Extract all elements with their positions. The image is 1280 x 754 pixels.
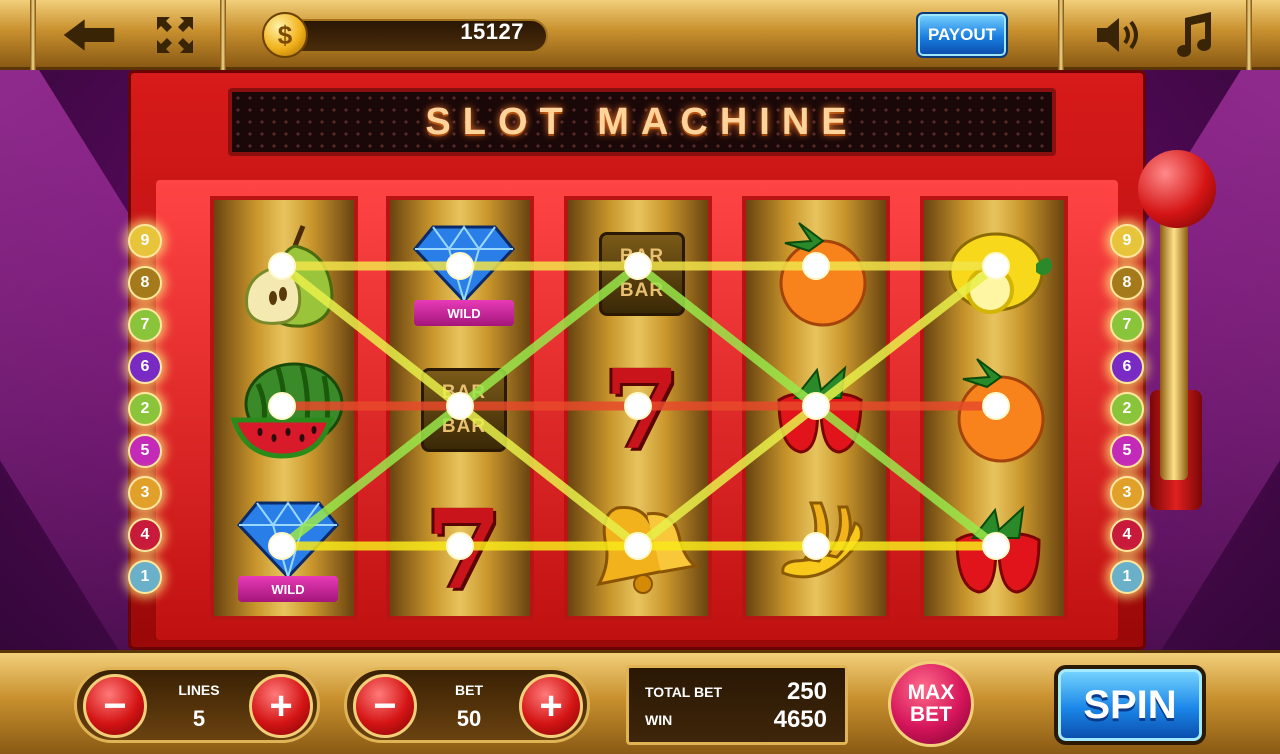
fullscreen-icon bbox=[157, 17, 193, 53]
payline-badge-8-right[interactable]: 8 bbox=[1110, 266, 1144, 300]
total-bet-value: 250 bbox=[786, 678, 827, 705]
wild-diamond-symbol: WILD bbox=[228, 490, 348, 610]
lines-value: 5 bbox=[192, 706, 206, 731]
payline-badge-2-right[interactable]: 2 bbox=[1110, 392, 1144, 426]
bell-icon bbox=[596, 505, 697, 594]
seven-icon: 7 bbox=[425, 485, 503, 614]
payline-badge-8-left[interactable]: 8 bbox=[128, 266, 162, 300]
max-bet-button[interactable]: MAX BET bbox=[888, 661, 974, 747]
banana-symbol bbox=[760, 490, 880, 610]
pear-icon bbox=[245, 225, 334, 328]
reel-5 bbox=[920, 196, 1068, 620]
lemon-symbol bbox=[938, 214, 1058, 334]
reel-1: WILD bbox=[210, 196, 358, 620]
payline-badge-1-left[interactable]: 1 bbox=[128, 560, 162, 594]
bar-icon: BAR BAR bbox=[421, 368, 507, 452]
payline-badge-3-right[interactable]: 3 bbox=[1110, 476, 1144, 510]
total-bet-label: TOTAL BET bbox=[645, 684, 722, 700]
payline-badge-6-left[interactable]: 6 bbox=[128, 350, 162, 384]
payline-badge-9-right[interactable]: 9 bbox=[1110, 224, 1144, 258]
orange-symbol bbox=[760, 214, 880, 334]
game-title: SLOT MACHINE bbox=[425, 100, 859, 143]
watermelon-icon bbox=[230, 362, 344, 459]
wild-label: WILD bbox=[238, 576, 338, 602]
strawberry-symbol bbox=[760, 350, 880, 470]
payline-badge-5-left[interactable]: 5 bbox=[128, 434, 162, 468]
bet-value: 50 bbox=[456, 706, 482, 731]
payline-badge-4-left[interactable]: 4 bbox=[128, 518, 162, 552]
lines-increase-button[interactable]: + bbox=[249, 674, 313, 738]
back-button[interactable] bbox=[62, 12, 116, 58]
lemon-icon bbox=[948, 232, 1052, 314]
divider bbox=[30, 0, 36, 70]
win-label: WIN bbox=[645, 712, 673, 728]
music-button[interactable] bbox=[1166, 12, 1220, 58]
bar-label: BAR bbox=[441, 415, 487, 437]
seven-symbol: 7 bbox=[404, 490, 524, 610]
lever-arm[interactable] bbox=[1160, 220, 1188, 480]
arrow-left-icon bbox=[63, 19, 115, 51]
lines-control: − LINES 5 + bbox=[74, 667, 320, 743]
payline-badge-1-right[interactable]: 1 bbox=[1110, 560, 1144, 594]
reel-4 bbox=[742, 196, 890, 620]
win-value: 4650 bbox=[773, 706, 827, 733]
spin-button[interactable]: SPIN bbox=[1054, 665, 1206, 745]
diamond-icon bbox=[413, 225, 515, 303]
bet-control: − BET 50 + bbox=[344, 667, 590, 743]
payline-badge-7-right[interactable]: 7 bbox=[1110, 308, 1144, 342]
totals-panel: TOTAL BET 250 WIN 4650 bbox=[626, 665, 848, 745]
fullscreen-button[interactable] bbox=[148, 12, 202, 58]
game-stage: $ 15127 PAYOUT SLOT MACHINE WILD WILD BA… bbox=[0, 0, 1280, 754]
payline-badge-7-left[interactable]: 7 bbox=[128, 308, 162, 342]
speaker-icon bbox=[1097, 18, 1138, 52]
payline-badge-6-right[interactable]: 6 bbox=[1110, 350, 1144, 384]
seven-icon: 7 bbox=[603, 345, 681, 474]
coin-icon: $ bbox=[262, 12, 308, 58]
bet-label: BET bbox=[455, 682, 483, 698]
sound-button[interactable] bbox=[1092, 12, 1146, 58]
bar-label: BAR bbox=[441, 382, 487, 404]
top-bar: $ 15127 PAYOUT bbox=[0, 0, 1280, 70]
diamond-icon bbox=[237, 501, 339, 579]
bar-label: BAR bbox=[619, 246, 665, 268]
bar-symbol: BAR BAR bbox=[404, 350, 524, 470]
payline-badge-2-left[interactable]: 2 bbox=[128, 392, 162, 426]
strawberry-symbol bbox=[938, 490, 1058, 610]
pear-symbol bbox=[228, 214, 348, 334]
bell-symbol bbox=[582, 490, 702, 610]
orange-icon bbox=[957, 358, 1045, 463]
wild-label: WILD bbox=[414, 300, 514, 326]
balance-display: $ 15127 bbox=[262, 12, 548, 58]
bar-icon: BAR BAR bbox=[599, 232, 685, 316]
seven-symbol: 7 bbox=[582, 350, 702, 470]
music-note-icon bbox=[1177, 12, 1212, 57]
divider bbox=[1246, 0, 1252, 70]
payline-badge-5-right[interactable]: 5 bbox=[1110, 434, 1144, 468]
marquee: SLOT MACHINE bbox=[228, 88, 1056, 156]
bar-label: BAR bbox=[619, 279, 665, 301]
reel-3: BAR BAR 7 bbox=[564, 196, 712, 620]
lines-label: LINES bbox=[178, 682, 220, 698]
payline-badge-3-left[interactable]: 3 bbox=[128, 476, 162, 510]
orange-symbol bbox=[938, 350, 1058, 470]
bet-increase-button[interactable]: + bbox=[519, 674, 583, 738]
bet-decrease-button[interactable]: − bbox=[353, 674, 417, 738]
bottom-bar: − LINES 5 + − BET 50 + TOTAL BET 250 WIN… bbox=[0, 650, 1280, 754]
payout-button[interactable]: PAYOUT bbox=[916, 12, 1008, 58]
bar-symbol: BAR BAR bbox=[582, 214, 702, 334]
lever-knob[interactable] bbox=[1138, 150, 1216, 228]
wild-diamond-symbol: WILD bbox=[404, 214, 524, 334]
banana-icon bbox=[781, 501, 863, 579]
strawberry-icon bbox=[777, 365, 863, 454]
payline-badge-4-right[interactable]: 4 bbox=[1110, 518, 1144, 552]
payline-badge-9-left[interactable]: 9 bbox=[128, 224, 162, 258]
divider bbox=[220, 0, 226, 70]
strawberry-icon bbox=[955, 505, 1041, 594]
reel-2: WILD BAR BAR 7 bbox=[386, 196, 534, 620]
lines-decrease-button[interactable]: − bbox=[83, 674, 147, 738]
divider bbox=[1058, 0, 1064, 70]
orange-icon bbox=[779, 222, 867, 327]
balance-value: 15127 bbox=[460, 19, 524, 44]
watermelon-symbol bbox=[228, 350, 348, 470]
